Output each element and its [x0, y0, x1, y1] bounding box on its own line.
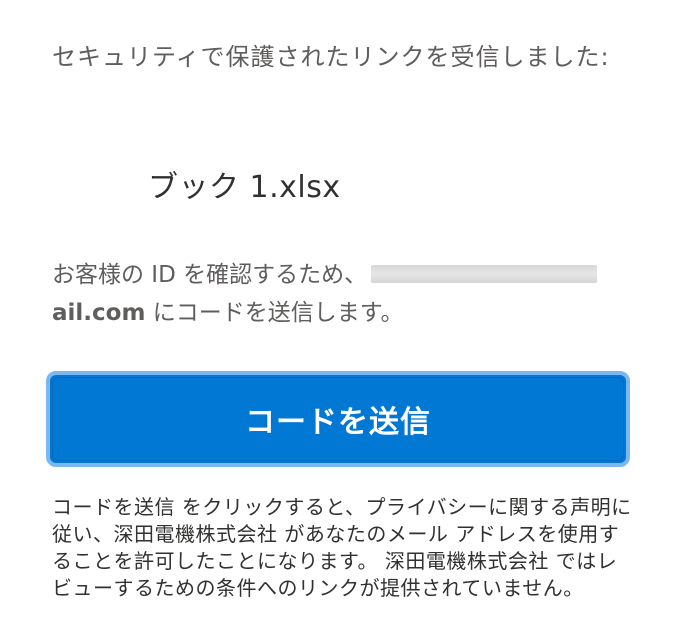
file-name: ブック 1.xlsx	[148, 170, 341, 205]
verify-message: お客様の ID を確認するため、 ail.com にコードを送信します。	[52, 256, 652, 332]
privacy-disclaimer: コードを送信 をクリックすると、プライバシーに関する声明に従い、深田電機株式会社…	[52, 495, 632, 600]
redacted-email	[371, 264, 598, 283]
verify-text-before: お客様の ID を確認するため、	[52, 262, 368, 288]
verify-text-after: にコードを送信します。	[145, 300, 404, 326]
verification-page: セキュリティで保護されたリンクを受信しました: ブック 1.xlsx お客様の …	[0, 0, 676, 642]
send-code-button[interactable]: コードを送信	[46, 371, 630, 467]
send-code-label: コードを送信	[245, 405, 431, 440]
intro-text: セキュリティで保護されたリンクを受信しました:	[52, 43, 610, 71]
email-domain: ail.com	[52, 300, 146, 326]
shared-file: ブック 1.xlsx	[148, 160, 341, 208]
